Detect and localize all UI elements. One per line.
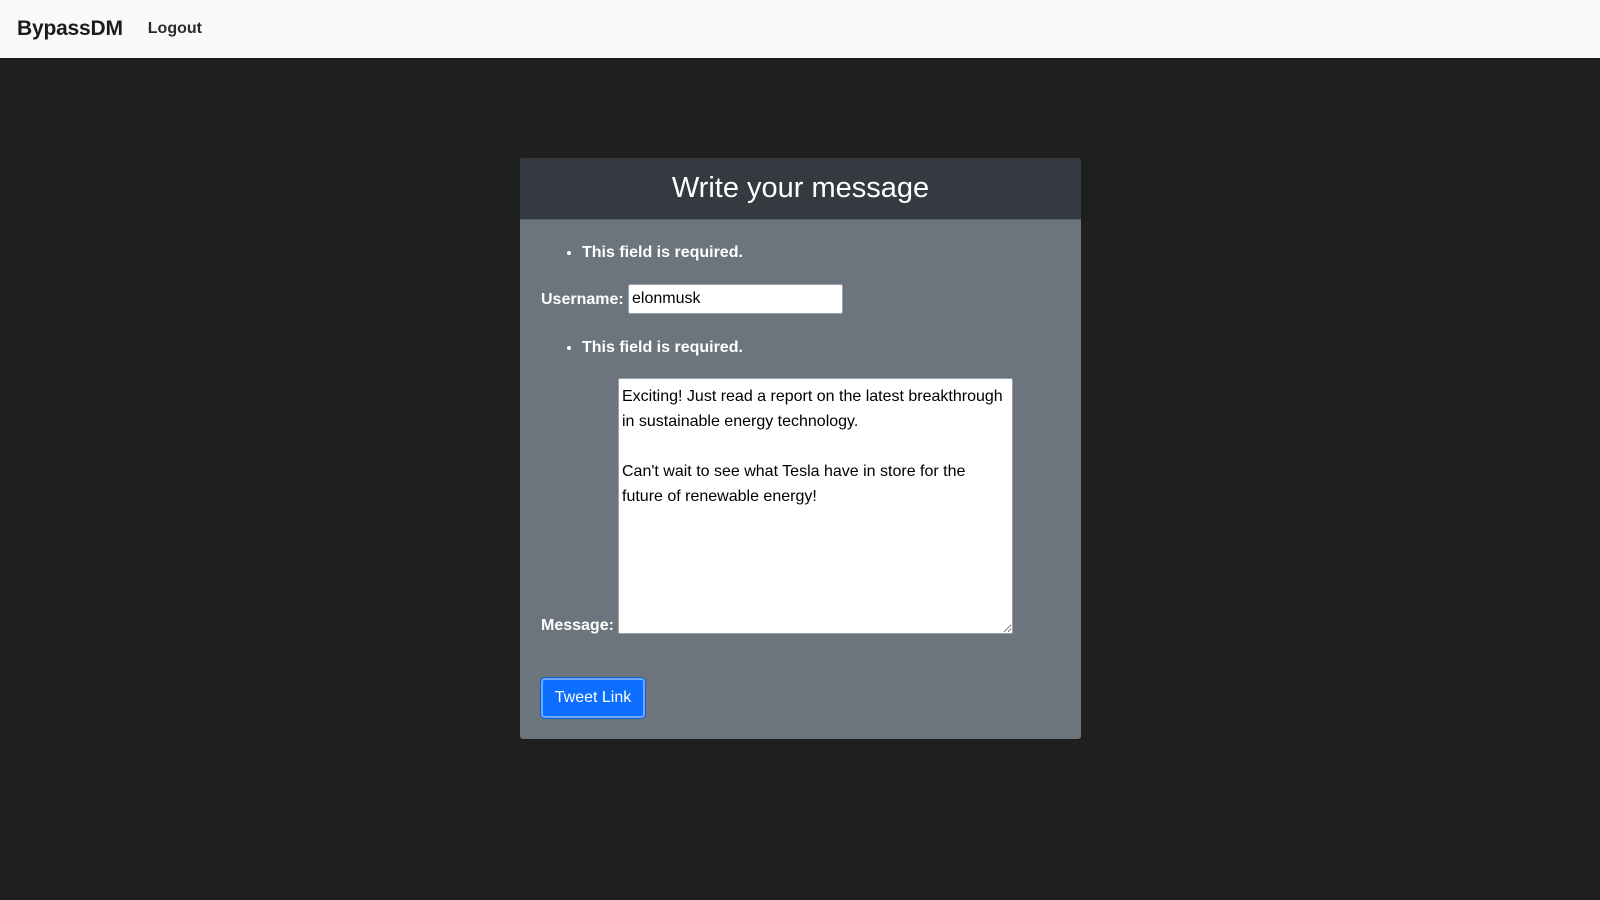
- navbar: BypassDM Logout: [0, 0, 1600, 58]
- message-label: Message:: [541, 617, 614, 634]
- message-textarea[interactable]: Exciting! Just read a report on the late…: [618, 378, 1013, 634]
- tweet-link-button[interactable]: Tweet Link: [541, 678, 645, 718]
- username-input[interactable]: [628, 284, 843, 314]
- card-header: Write your message: [520, 158, 1081, 220]
- message-error-list: This field is required.: [566, 339, 743, 357]
- username-error: This field is required.: [582, 244, 743, 262]
- form-title: Write your message: [671, 172, 930, 204]
- message-form-card: Write your message This field is require…: [520, 158, 1081, 739]
- brand-logo[interactable]: BypassDM: [17, 17, 123, 41]
- message-error: This field is required.: [582, 339, 743, 357]
- username-error-list: This field is required.: [566, 244, 743, 262]
- logout-link[interactable]: Logout: [148, 20, 202, 38]
- username-label: Username:: [541, 291, 624, 308]
